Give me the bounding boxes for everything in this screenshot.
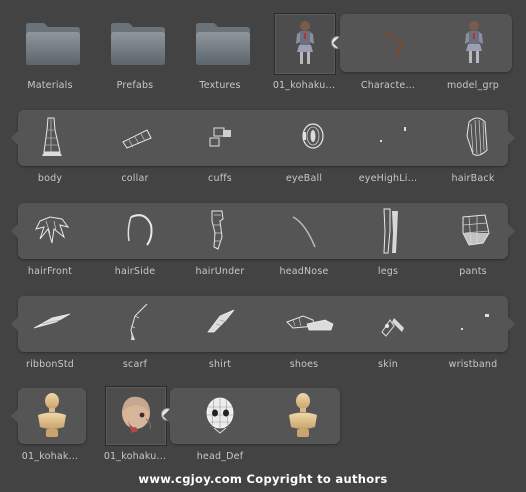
mesh-shirt-icon (207, 309, 235, 333)
asset-tile[interactable] (364, 296, 426, 358)
copyright-watermark: www.cgjoy.com Copyright to authors (138, 472, 388, 486)
asset-label: Characte... (360, 80, 416, 91)
avatar-mannequin-icon (38, 393, 66, 437)
asset-tile[interactable] (20, 296, 82, 358)
folder-icon (196, 23, 250, 65)
head-model-icon (122, 396, 151, 433)
asset-tile[interactable] (279, 110, 341, 172)
asset-tile[interactable] (272, 389, 334, 443)
folder-label: Materials (27, 80, 73, 91)
mesh-hairback-icon (466, 117, 488, 156)
folder-label: Prefabs (116, 80, 154, 91)
asset-label: 01_kohak... (21, 451, 79, 462)
mesh-legs-icon (383, 208, 398, 254)
asset-tile[interactable] (190, 110, 252, 172)
mesh-body-icon (42, 117, 62, 156)
folder-icon (111, 23, 165, 65)
mesh-collar-icon (122, 129, 152, 149)
asset-label: cuffs (208, 173, 232, 184)
asset-label: model_grp (446, 80, 500, 91)
asset-tile[interactable] (20, 110, 82, 172)
asset-tile[interactable] (447, 296, 509, 358)
selected-asset-box[interactable] (274, 13, 336, 75)
asset-tile[interactable] (364, 203, 426, 265)
asset-label: legs (377, 266, 399, 277)
asset-tile[interactable] (447, 203, 509, 265)
asset-label: wristband (448, 359, 498, 370)
asset-label: collar (121, 173, 149, 184)
asset-label: hairSide (114, 266, 156, 277)
folder-label: Textures (199, 80, 241, 91)
asset-label: body (37, 173, 63, 184)
asset-label: eyeHighLi... (358, 173, 418, 184)
asset-label: shirt (208, 359, 232, 370)
character-model-icon (296, 21, 314, 64)
avatar-mannequin-icon (289, 393, 317, 437)
head-wireframe-icon (206, 397, 234, 434)
asset-tile[interactable] (190, 203, 252, 265)
asset-label: scarf (122, 359, 148, 370)
asset-tile[interactable] (364, 110, 426, 172)
asset-label: hairFront (27, 266, 73, 277)
mesh-ribbon-icon (33, 313, 71, 329)
asset-tile[interactable] (279, 296, 341, 358)
asset-label: hairBack (451, 173, 495, 184)
subasset-strip (11, 203, 515, 259)
mesh-scarf-icon (130, 303, 148, 341)
asset-tile[interactable] (20, 203, 82, 265)
asset-label: 01_kohaku... (272, 80, 336, 91)
asset-tile[interactable] (362, 15, 422, 71)
asset-label: ribbonStd (25, 359, 75, 370)
mesh-hairunder-icon (211, 210, 224, 250)
mesh-skin-icon (381, 318, 404, 337)
asset-label: hairUnder (195, 266, 245, 277)
asset-label: 01_kohaku... (103, 451, 167, 462)
character-model-icon (465, 21, 483, 63)
mesh-eyehighlight-icon (380, 127, 406, 142)
asset-label: shoes (289, 359, 319, 370)
mesh-pants-icon (462, 214, 490, 246)
mesh-eyeball-icon (302, 123, 324, 149)
folder-icon (26, 23, 80, 65)
mesh-hairfront-icon (35, 216, 70, 244)
animation-curve-icon (383, 30, 404, 60)
mesh-cuffs-icon (209, 127, 231, 147)
folder-materials[interactable] (22, 18, 84, 80)
selected-asset-box[interactable] (105, 386, 167, 446)
asset-tile[interactable] (105, 203, 167, 265)
asset-tile[interactable] (105, 110, 167, 172)
asset-tile[interactable] (105, 296, 167, 358)
asset-label: headNose (279, 266, 329, 277)
asset-label: head_Def (196, 451, 244, 462)
asset-tile[interactable] (447, 110, 509, 172)
asset-tile[interactable] (190, 296, 252, 358)
asset-tile[interactable] (446, 15, 506, 71)
mesh-headnose-icon (292, 216, 316, 248)
mesh-wristband-icon (461, 314, 489, 330)
asset-tile[interactable] (190, 389, 252, 443)
asset-tile[interactable] (21, 389, 83, 443)
asset-label: skin (378, 359, 398, 370)
asset-label: eyeBall (285, 173, 323, 184)
asset-tile[interactable] (279, 203, 341, 265)
asset-label: pants (459, 266, 487, 277)
subasset-strip (11, 110, 515, 166)
subasset-strip (11, 296, 515, 352)
folder-textures[interactable] (192, 18, 254, 80)
folder-prefabs[interactable] (107, 18, 169, 80)
mesh-hairside-icon (127, 214, 153, 246)
mesh-shoes-icon (286, 315, 334, 331)
